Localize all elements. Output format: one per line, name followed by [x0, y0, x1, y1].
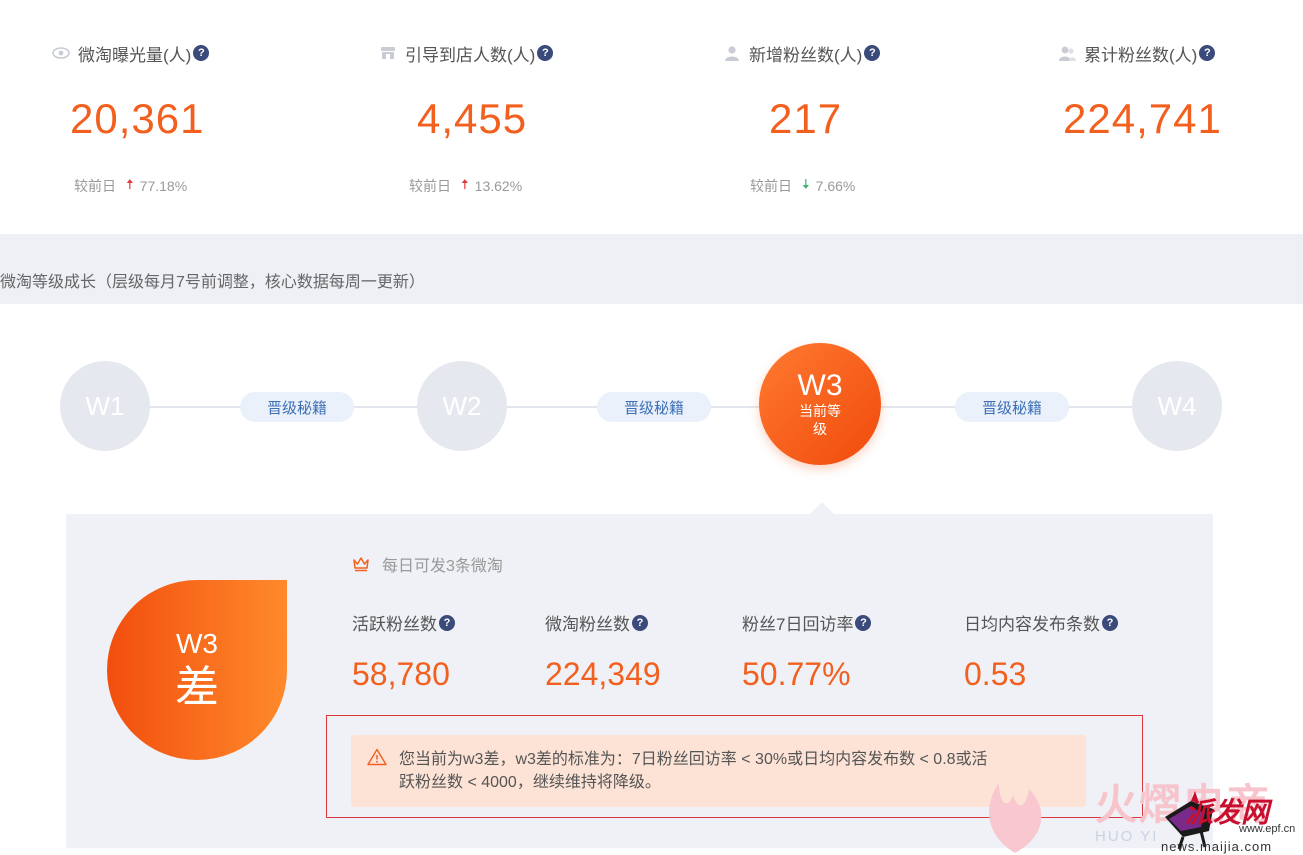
compare-label: 较前日 [750, 178, 792, 194]
metric-label: 活跃粉丝数 ? [352, 610, 455, 635]
level-w4[interactable]: W4 [1132, 361, 1222, 451]
stat-compare: 较前日 🠇 7.66% [750, 174, 855, 198]
level-perk: 每日可发3条微淘 [352, 552, 503, 576]
page: 微淘曝光量(人) ? 20,361 较前日 🠅 77.18% 引导到店人数(人)… [0, 0, 1303, 855]
metric-active-fans: 活跃粉丝数 ? 58,780 [352, 610, 455, 692]
badge-level: W3 [176, 628, 218, 659]
stat-exposure: 微淘曝光量(人) ? 20,361 较前日 🠅 77.18% [52, 40, 352, 194]
metric-label: 粉丝7日回访率 ? [742, 610, 872, 635]
help-icon[interactable]: ? [193, 45, 210, 61]
stat-compare: 较前日 🠅 77.18% [74, 174, 187, 198]
watermark-url: news.maijia.com [1161, 839, 1273, 854]
stat-label-text: 引导到店人数(人) [405, 45, 536, 65]
metric-value: 58,780 [352, 656, 450, 692]
upgrade-tips-button[interactable]: 晋级秘籍 [597, 392, 711, 422]
metric-label-text: 粉丝7日回访率 [742, 615, 854, 634]
metric-value: 50.77% [742, 656, 851, 692]
compare-label: 较前日 [409, 178, 451, 194]
help-icon[interactable]: ? [1199, 45, 1216, 61]
arrow-up-icon: 🠅 [461, 176, 469, 192]
compare-change: 77.18% [139, 178, 188, 194]
stat-label-text: 累计粉丝数(人) [1084, 45, 1198, 65]
level-w1[interactable]: W1 [60, 361, 150, 451]
metric-revisit-rate: 粉丝7日回访率 ? 50.77% [742, 610, 872, 692]
help-icon[interactable]: ? [537, 45, 554, 61]
perk-text: 每日可发3条微淘 [382, 558, 503, 575]
arrow-down-icon: 🠇 [802, 176, 810, 192]
stat-label: 累计粉丝数(人) ? [1058, 40, 1303, 66]
metric-label-text: 活跃粉丝数 [352, 615, 437, 634]
watermark: 火熠电商 HUO YI 派发网 www.epf.cn news.maijia.c… [965, 765, 1303, 855]
watermark-site-domain: www.epf.cn [1239, 823, 1296, 835]
stat-value: 20,361 [70, 95, 205, 142]
user-icon [725, 46, 739, 61]
stat-label-text: 新增粉丝数(人) [749, 45, 863, 65]
metric-label-text: 日均内容发布条数 [964, 615, 1100, 634]
arrow-up-icon: 🠅 [126, 176, 134, 192]
crown-icon [353, 557, 369, 572]
compare-label: 较前日 [74, 178, 116, 194]
stat-compare: 较前日 🠅 13.62% [409, 174, 522, 198]
stat-label: 微淘曝光量(人) ? [52, 40, 352, 66]
compare-change: 13.62% [474, 178, 523, 194]
help-icon[interactable]: ? [1102, 614, 1118, 631]
store-icon [381, 47, 395, 59]
eye-icon [52, 47, 70, 59]
users-icon [1059, 46, 1076, 61]
metric-label: 日均内容发布条数 ? [964, 610, 1118, 635]
level-w3-current[interactable]: W3 当前等级 [759, 343, 881, 465]
help-icon[interactable]: ? [855, 614, 872, 631]
stat-new-fans: 新增粉丝数(人) ? 217 较前日 🠇 7.66% [723, 40, 1023, 194]
metric-label-text: 微淘粉丝数 [545, 615, 630, 634]
level-w2[interactable]: W2 [417, 361, 507, 451]
stat-label: 新增粉丝数(人) ? [723, 40, 1023, 66]
stat-label: 引导到店人数(人) ? [379, 40, 679, 66]
section-header: 微淘等级成长（层级每月7号前调整，核心数据每周一更新） [0, 234, 1303, 304]
metric-value: 0.53 [964, 656, 1027, 692]
flame-logo-icon [989, 783, 1042, 853]
compare-change: 7.66% [815, 178, 856, 194]
help-icon[interactable]: ? [439, 614, 455, 631]
stat-value: 4,455 [417, 95, 528, 142]
watermark-brand-latin: HUO YI [1095, 828, 1159, 845]
current-level-name: W3 [797, 369, 843, 402]
panel-caret [810, 502, 834, 514]
stats-panel: 微淘曝光量(人) ? 20,361 较前日 🠅 77.18% 引导到店人数(人)… [0, 0, 1303, 234]
stat-total-fans: 累计粉丝数(人) ? 224,741 [1058, 40, 1303, 142]
metric-weitao-fans: 微淘粉丝数 ? 224,349 [545, 610, 661, 692]
stat-label-text: 微淘曝光量(人) [78, 45, 192, 65]
current-level-label: 当前等级 [799, 403, 841, 437]
upgrade-tips-button[interactable]: 晋级秘籍 [955, 392, 1069, 422]
stat-store-visits: 引导到店人数(人) ? 4,455 较前日 🠅 13.62% [379, 40, 679, 194]
help-icon[interactable]: ? [632, 614, 648, 631]
badge-grade: 差 [175, 663, 219, 712]
section-title: 微淘等级成长（层级每月7号前调整，核心数据每周一更新） [0, 274, 425, 291]
metric-daily-posts: 日均内容发布条数 ? 0.53 [964, 610, 1118, 692]
upgrade-tips-button[interactable]: 晋级秘籍 [240, 392, 354, 422]
stat-value: 217 [769, 95, 843, 142]
level-grade-badge: W3 差 [107, 580, 287, 760]
help-icon[interactable]: ? [864, 45, 881, 61]
metric-value: 224,349 [545, 656, 661, 692]
stat-value: 224,741 [1063, 95, 1222, 142]
metric-label: 微淘粉丝数 ? [545, 610, 648, 635]
warning-icon [367, 748, 387, 766]
